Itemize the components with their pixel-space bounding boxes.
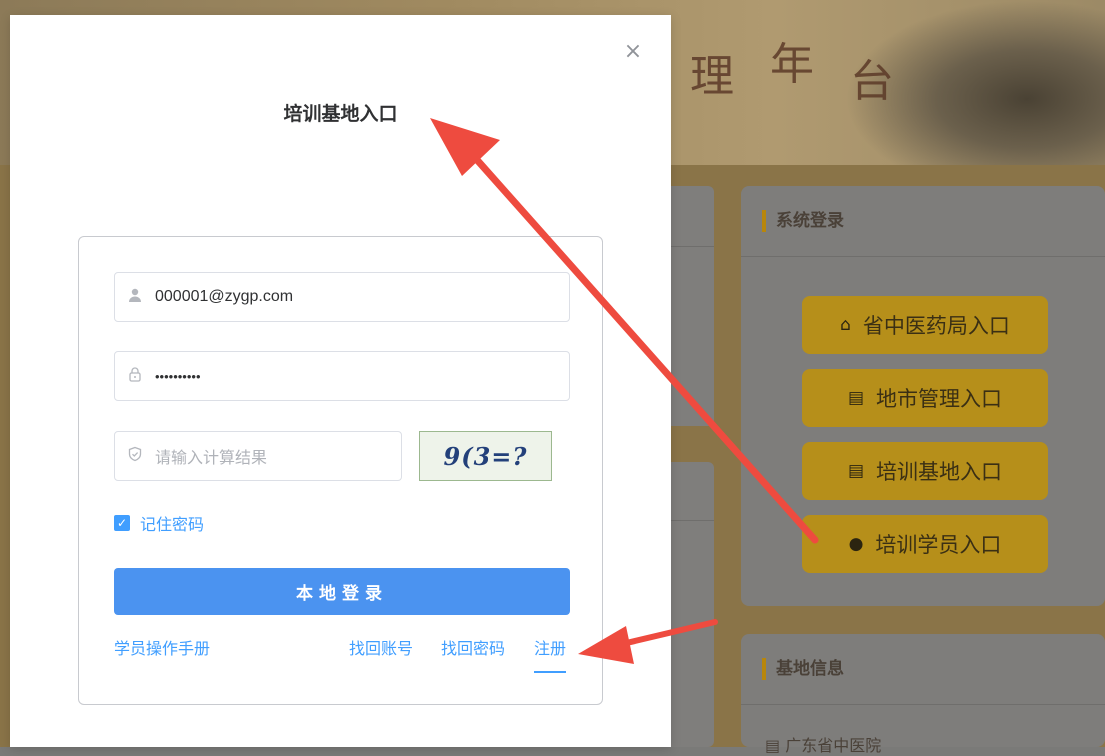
- lock-icon: [115, 366, 155, 386]
- close-icon[interactable]: ×: [623, 41, 643, 63]
- base-entry-button[interactable]: ▤ 培训基地入口: [802, 442, 1048, 500]
- username-value: 000001@zygp.com: [155, 288, 294, 305]
- banner-char-3: 台: [850, 56, 894, 107]
- banner-char-2: 年: [770, 39, 814, 90]
- system-login-panel: 系统登录 ⌂ 省中医药局入口 ▤ 地市管理入口 ▤ 培训基地入口 ● 培训学员入…: [741, 186, 1105, 606]
- entry-label: 省中医药局入口: [862, 314, 1010, 338]
- panel-header: 基地信息: [741, 634, 1105, 705]
- checkbox-checked-icon[interactable]: ✓: [114, 515, 130, 531]
- password-value: ••••••••••: [155, 368, 201, 384]
- shield-icon: [115, 446, 155, 466]
- local-login-button[interactable]: 本地登录: [114, 568, 570, 615]
- find-password-link[interactable]: 找回密码: [441, 635, 505, 659]
- remember-password[interactable]: ✓ 记住密码: [114, 511, 204, 535]
- login-dialog: × 培训基地入口 000001@zygp.com •••••••••• 请输入计…: [10, 15, 671, 747]
- base-info-panel: 基地信息 ▤ 广东省中医院: [741, 634, 1105, 755]
- login-form: 000001@zygp.com •••••••••• 请输入计算结果 9(3=?…: [78, 236, 603, 705]
- banner-char-1: 理: [690, 51, 734, 102]
- register-link[interactable]: 注册: [534, 635, 567, 673]
- panel-title-bar: [762, 658, 766, 680]
- user-icon: ●: [848, 534, 864, 554]
- dialog-title: 培训基地入口: [283, 103, 398, 125]
- entry-label: 培训学员入口: [875, 533, 1002, 557]
- province-entry-button[interactable]: ⌂ 省中医药局入口: [802, 296, 1048, 354]
- panel-title: 基地信息: [776, 659, 844, 679]
- entry-label: 地市管理入口: [876, 387, 1003, 411]
- home-icon: ⌂: [840, 315, 851, 335]
- city-entry-button[interactable]: ▤ 地市管理入口: [802, 369, 1048, 427]
- captcha-placeholder: 请输入计算结果: [155, 448, 268, 467]
- panel-header: 系统登录: [741, 186, 1105, 257]
- captcha-input[interactable]: 请输入计算结果: [114, 431, 402, 481]
- info-list-item[interactable]: ▤ 广东省中医院: [765, 732, 881, 756]
- student-entry-button[interactable]: ● 培训学员入口: [802, 515, 1048, 573]
- panel-title: 系统登录: [776, 211, 844, 231]
- password-field[interactable]: ••••••••••: [114, 351, 570, 401]
- username-field[interactable]: 000001@zygp.com: [114, 272, 570, 322]
- building-icon: ▤: [847, 388, 865, 408]
- building-icon: ▤: [847, 461, 865, 481]
- find-account-link[interactable]: 找回账号: [349, 635, 413, 659]
- captcha-image[interactable]: 9(3=?: [419, 431, 552, 481]
- remember-label: 记住密码: [140, 515, 205, 534]
- user-icon: [115, 287, 155, 307]
- panel-title-bar: [762, 210, 766, 232]
- entry-label: 培训基地入口: [876, 460, 1003, 484]
- student-manual-link[interactable]: 学员操作手册: [114, 635, 210, 659]
- building-icon: ▤: [765, 736, 786, 755]
